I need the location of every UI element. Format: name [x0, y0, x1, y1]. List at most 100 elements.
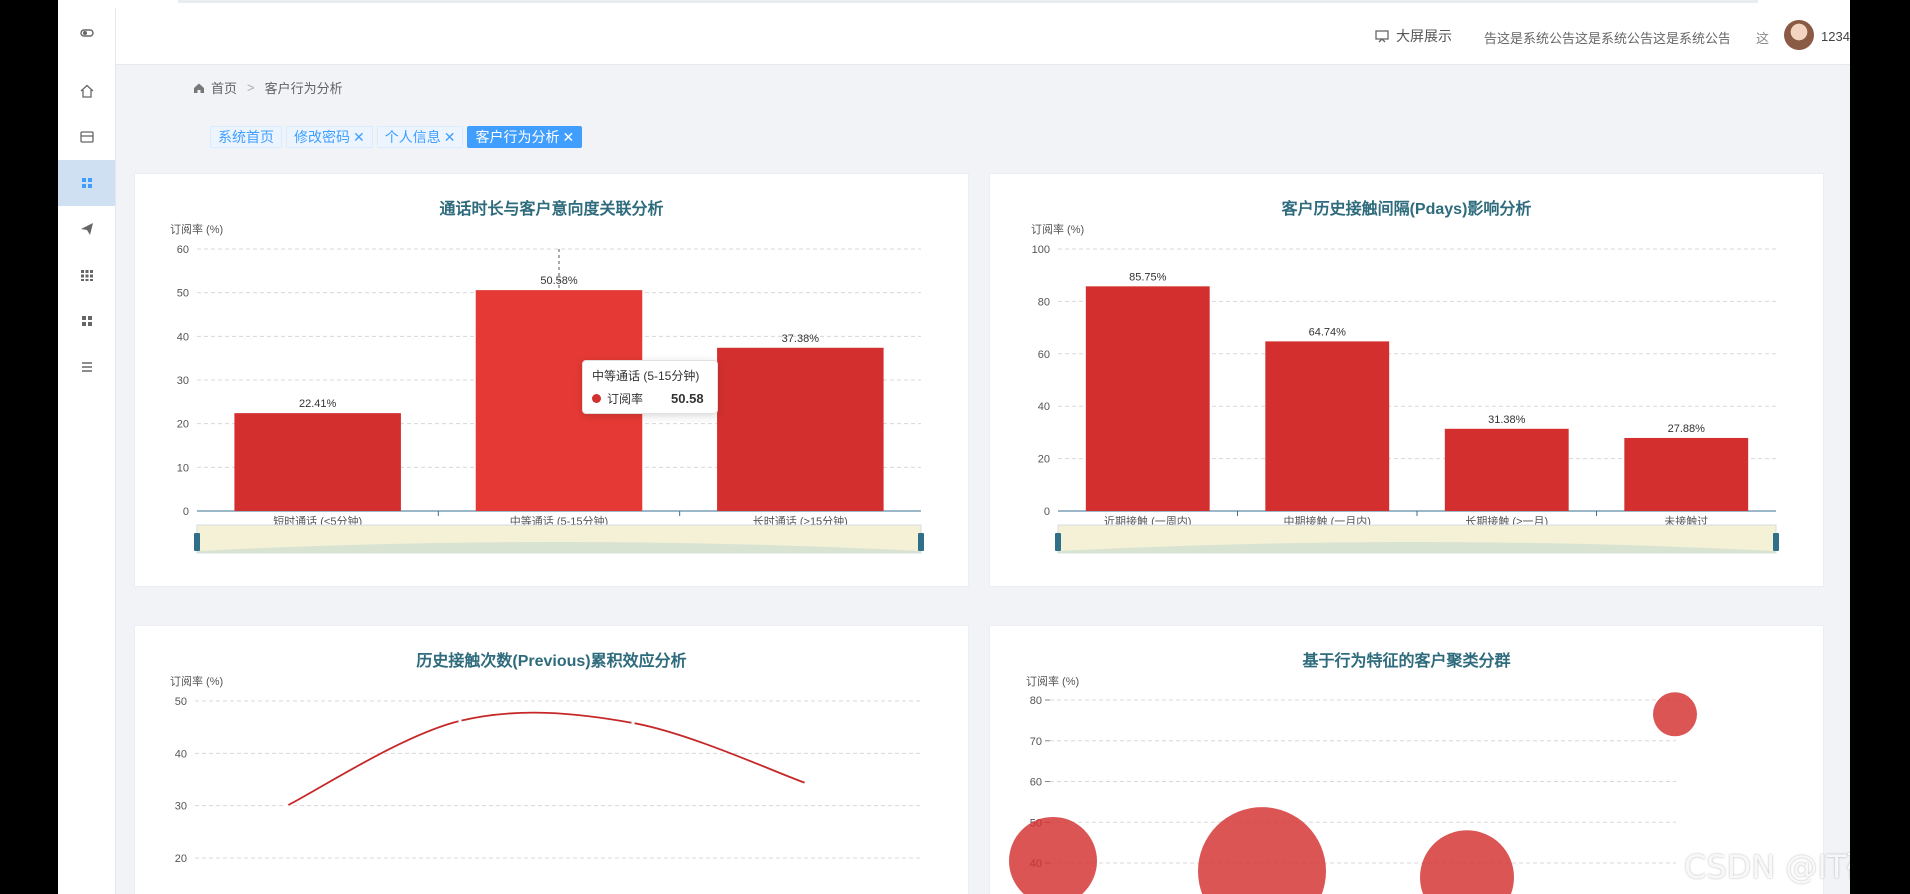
- data-label: 31.38%: [1488, 414, 1526, 426]
- line-chart-previous[interactable]: 20 30 40 50: [135, 626, 970, 894]
- tag-label: 系统首页: [218, 129, 274, 145]
- sidebar-item-send[interactable]: [58, 206, 115, 252]
- data-label: 27.88%: [1668, 423, 1706, 435]
- cluster-bubble: [1198, 807, 1326, 894]
- paper-plane-icon: [80, 223, 93, 235]
- tag-dashboard[interactable]: 系统首页: [210, 126, 282, 148]
- datazoom-handle-right: [918, 533, 924, 551]
- y-tick-label: 20: [175, 853, 187, 865]
- sidebar-item-home[interactable]: [58, 68, 115, 114]
- y-tick-label: 50: [177, 288, 189, 300]
- data-label: 22.41%: [299, 398, 337, 410]
- series-color-dot: [592, 394, 601, 403]
- tags-view: 系统首页 修改密码 ✕ 个人信息 ✕ 客户行为分析 ✕: [210, 126, 583, 148]
- y-tick-label: 80: [1030, 695, 1042, 707]
- tag-change-password[interactable]: 修改密码 ✕: [286, 126, 373, 148]
- line-point: [285, 804, 289, 808]
- close-icon[interactable]: ✕: [444, 127, 456, 147]
- avatar[interactable]: [1784, 20, 1814, 50]
- y-tick-label: 10: [177, 462, 189, 474]
- tag-profile[interactable]: 个人信息 ✕: [376, 126, 464, 148]
- line-point: [804, 781, 808, 785]
- sidebar-item-modules[interactable]: [58, 298, 115, 344]
- cluster-bubble: [1009, 816, 1097, 894]
- tag-behavior-analysis[interactable]: 客户行为分析 ✕: [467, 126, 583, 148]
- y-tick-label: 20: [1038, 454, 1050, 466]
- line-point: [458, 719, 462, 723]
- tag-label: 个人信息: [384, 129, 441, 145]
- bar-chart-pdays[interactable]: 02040608010085.75%近期接触 (一周内)64.74%中期接触 (…: [990, 174, 1825, 588]
- tag-label: 客户行为分析: [475, 129, 560, 145]
- tooltip-title: 中等通话 (5-15分钟): [592, 369, 700, 383]
- tag-label: 修改密码: [294, 129, 350, 145]
- datazoom-handle-left: [194, 533, 200, 551]
- data-label: 37.38%: [782, 333, 820, 345]
- bigscreen-label: 大屏展示: [1396, 28, 1452, 44]
- toggle-icon: [79, 29, 94, 37]
- bar: [1085, 286, 1210, 511]
- cluster-bubble: [1653, 692, 1697, 737]
- y-tick-label: 30: [175, 801, 187, 813]
- tooltip-value: 50.58: [671, 391, 704, 406]
- bar-chart-call-duration[interactable]: 010203040506022.41%短时通话 (<5分钟)50.58%中等通话…: [135, 174, 970, 588]
- system-notice-tail: 这: [1756, 31, 1770, 46]
- close-icon[interactable]: ✕: [353, 127, 365, 147]
- bar: [1624, 437, 1749, 511]
- presentation-icon: [1375, 30, 1389, 43]
- bar: [717, 347, 884, 511]
- sidebar: [58, 8, 116, 894]
- y-tick-label: 60: [1038, 349, 1050, 361]
- breadcrumb-current: 客户行为分析: [264, 81, 343, 96]
- chart-card-previous: 历史接触次数(Previous)累积效应分析 订阅率 (%) 20 30 40 50: [134, 625, 969, 894]
- breadcrumb-home[interactable]: 首页: [211, 78, 237, 97]
- y-tick-label: 0: [1044, 506, 1050, 518]
- cluster-bubble: [1420, 830, 1514, 894]
- y-tick-label: 80: [1038, 296, 1050, 308]
- home-icon: [80, 84, 93, 98]
- line-point: [631, 721, 635, 725]
- home-icon: [194, 83, 204, 93]
- y-tick-label: 40: [177, 331, 189, 343]
- data-label: 50.58%: [540, 275, 578, 287]
- y-tick-label: 50: [175, 696, 187, 708]
- sidebar-item-list[interactable]: [58, 344, 115, 390]
- sidebar-item-cards[interactable]: [58, 114, 115, 160]
- y-tick-label: 0: [183, 506, 189, 518]
- dashboard-icon: [81, 178, 92, 188]
- y-tick-label: 60: [1030, 777, 1042, 789]
- datazoom-handle-left: [1055, 533, 1061, 551]
- bar: [1265, 341, 1390, 511]
- top-header: 大屏展示 告这是系统公告这是系统公告这是系统公告 这 123456 ⌄: [116, 8, 1850, 65]
- y-tick-label: 40: [175, 748, 187, 760]
- y-tick-label: 70: [1030, 736, 1042, 748]
- list-icon: [81, 362, 92, 372]
- sidebar-item-analysis[interactable]: [58, 160, 115, 206]
- sidebar-item-apps[interactable]: [58, 252, 115, 298]
- datazoom-handle-right: [1773, 533, 1779, 551]
- sidebar-toggle[interactable]: [58, 18, 115, 48]
- series-line: [286, 711, 807, 807]
- chart-tooltip: 中等通话 (5-15分钟) 订阅率 50.58: [582, 360, 718, 414]
- tooltip-series: 订阅率: [607, 392, 644, 406]
- breadcrumb: 首页 > 客户行为分析: [193, 78, 343, 97]
- grid-icon: [80, 270, 93, 281]
- four-squares-icon: [81, 316, 92, 326]
- watermark: CSDN @IT研究室: [1684, 848, 1850, 886]
- y-tick-label: 60: [177, 244, 189, 256]
- close-icon[interactable]: ✕: [562, 127, 574, 147]
- y-tick-label: 20: [177, 419, 189, 431]
- bar: [234, 413, 401, 511]
- data-label: 85.75%: [1129, 271, 1167, 283]
- card-icon: [79, 131, 94, 143]
- app-root: 大屏展示 告这是系统公告这是系统公告这是系统公告 这 123456 ⌄ 首页 >…: [58, 0, 1850, 894]
- system-notice: 告这是系统公告这是系统公告这是系统公告: [1484, 31, 1729, 46]
- data-label: 64.74%: [1309, 326, 1347, 338]
- username[interactable]: 123456: [1821, 29, 1850, 44]
- chart-card-call-duration: 通话时长与客户意向度关联分析 订阅率 (%) 0 10 20 30 40 50 60 22.4…: [134, 173, 969, 587]
- y-tick-label: 40: [1038, 401, 1050, 413]
- y-tick-label: 30: [177, 375, 189, 387]
- chart-card-pdays: 客户历史接触间隔(Pdays)影响分析 订阅率 (%) 0 20 40 60 80 100…: [989, 173, 1824, 587]
- y-tick-label: 100: [1032, 244, 1050, 256]
- bar: [1444, 428, 1569, 511]
- bigscreen-button[interactable]: 大屏展示: [1374, 26, 1452, 46]
